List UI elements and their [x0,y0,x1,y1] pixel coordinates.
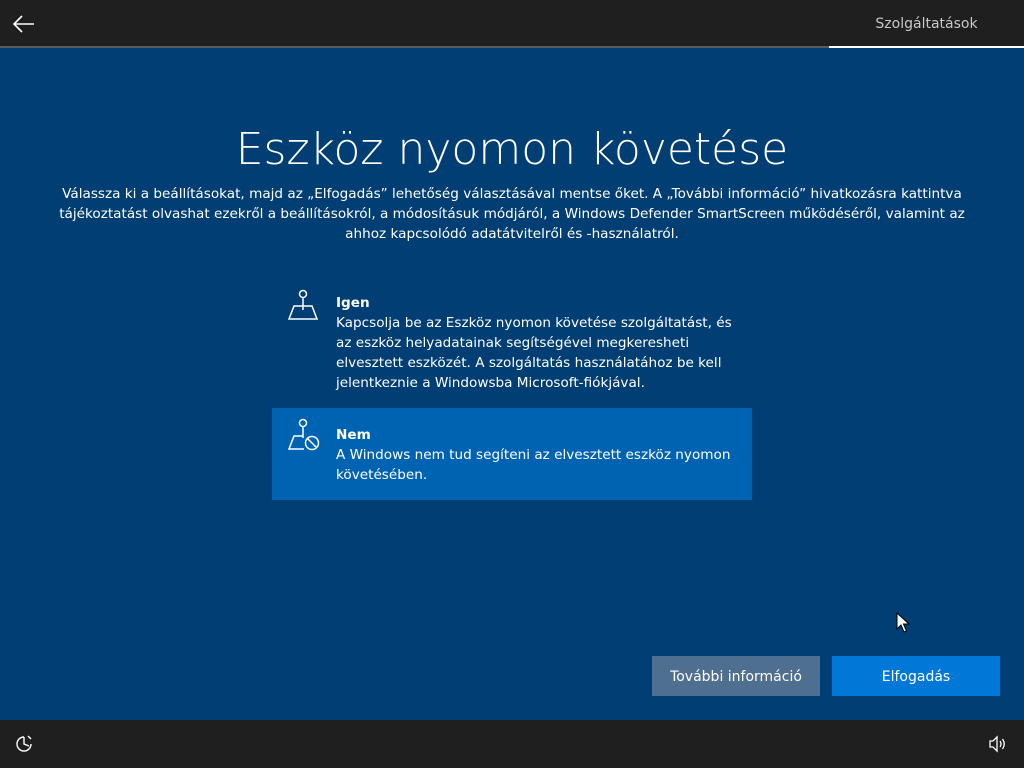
page-description: Válassza ki a beállításokat, majd az „El… [59,186,965,242]
mouse-cursor-icon [896,612,910,633]
back-arrow-icon [13,15,34,33]
back-button[interactable] [8,8,40,40]
option-no-description: A Windows nem tud segíteni az elvesztett… [336,447,731,483]
option-no-title: Nem [336,427,371,443]
map-pin-icon [287,289,319,320]
map-pin-blocked-icon [287,418,320,451]
tab-services-underline [829,46,1024,48]
accept-button[interactable]: Elfogadás [832,656,1000,696]
more-info-button[interactable]: További információ [652,656,820,696]
option-yes-description: Kapcsolja be az Eszköz nyomon követése s… [336,315,732,391]
bottom-bar [0,720,1024,768]
tab-services[interactable]: Szolgáltatások [829,0,1024,46]
option-no[interactable]: Nem A Windows nem tud segíteni az elvesz… [272,408,752,500]
ease-of-access-icon[interactable] [12,732,36,756]
option-yes[interactable]: Igen Kapcsolja be az Eszköz nyomon követ… [272,280,752,400]
volume-icon[interactable] [986,732,1010,756]
option-yes-title: Igen [336,295,370,311]
page-title: Eszköz nyomon követése [235,124,789,175]
